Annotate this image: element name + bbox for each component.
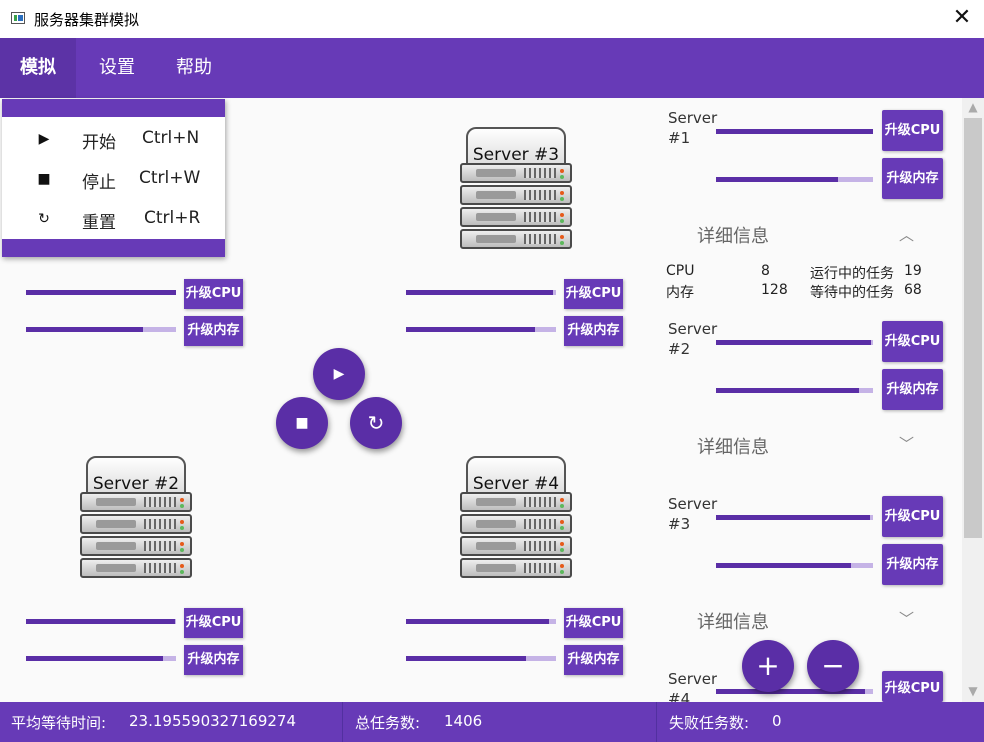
detail-running-key: 运行中的任务	[810, 266, 894, 282]
detail-running-value: 19	[904, 263, 922, 279]
vertical-scrollbar[interactable]: ▲ ▼	[962, 98, 984, 702]
upgrade-memory-button[interactable]: 升级内存	[882, 158, 943, 199]
failed-tasks-value: 0	[772, 712, 782, 730]
upgrade-cpu-button[interactable]: 升级CPU	[564, 608, 623, 638]
upgrade-cpu-button[interactable]: 升级CPU	[184, 608, 243, 638]
menu-settings[interactable]: 设置	[79, 38, 155, 98]
detail-waiting-value: 68	[904, 282, 922, 298]
menu-item-label: 停止	[82, 173, 116, 193]
scroll-thumb[interactable]	[964, 118, 982, 538]
scroll-down-icon[interactable]: ▼	[962, 682, 984, 700]
upgrade-cpu-button[interactable]: 升级CPU	[882, 321, 943, 362]
avg-wait-label: 平均等待时间:	[11, 714, 107, 732]
menu-item-shortcut: Ctrl+W	[139, 168, 201, 188]
server-rack-2: Server #2	[80, 456, 192, 584]
upgrade-memory-button[interactable]: 升级内存	[184, 316, 243, 346]
simulate-dropdown: ▶ 开始 Ctrl+N ■ 停止 Ctrl+W ↻ 重置 Ctrl+R	[2, 99, 225, 257]
remove-server-button[interactable]: −	[807, 640, 859, 692]
panel-server-name: Server #1	[668, 109, 718, 147]
memory-bar	[716, 563, 873, 568]
upgrade-cpu-button[interactable]: 升级CPU	[184, 279, 243, 309]
close-icon[interactable]: ✕	[948, 6, 976, 32]
chevron-down-icon[interactable]: ﹀	[899, 433, 914, 454]
menu-item-shortcut: Ctrl+N	[142, 128, 200, 148]
total-tasks-label: 总任务数:	[355, 714, 421, 732]
detail-waiting-key: 等待中的任务	[810, 285, 894, 301]
menu-item-shortcut: Ctrl+R	[144, 208, 201, 228]
reset-icon: ↻	[367, 411, 385, 435]
upgrade-memory-button[interactable]: 升级内存	[564, 645, 623, 675]
memory-bar	[406, 656, 556, 661]
upgrade-memory-button[interactable]: 升级内存	[564, 316, 623, 346]
title-bar: 服务器集群模拟 ✕	[0, 0, 984, 38]
menu-bar: 模拟 设置 帮助	[0, 38, 984, 98]
menu-item-reset[interactable]: ↻ 重置 Ctrl+R	[2, 199, 225, 239]
total-tasks-value: 1406	[444, 712, 483, 730]
memory-bar	[716, 388, 873, 393]
details-toggle[interactable]: 详细信息	[697, 608, 769, 634]
reset-button[interactable]: ↻	[350, 397, 402, 449]
menu-help[interactable]: 帮助	[156, 38, 232, 98]
cpu-bar	[26, 619, 176, 624]
cpu-bar	[406, 290, 556, 295]
plus-icon: +	[756, 649, 780, 682]
play-icon: ▶	[38, 131, 50, 147]
server-rack-3: Server #3	[460, 127, 572, 255]
status-bar: 平均等待时间: 23.195590327169274 总任务数: 1406 失败…	[0, 702, 984, 742]
upgrade-memory-button[interactable]: 升级内存	[882, 369, 943, 410]
window-title: 服务器集群模拟	[34, 11, 140, 29]
menu-item-label: 重置	[82, 213, 116, 233]
menu-item-start[interactable]: ▶ 开始 Ctrl+N	[2, 119, 225, 159]
server-name: Server #4	[472, 474, 560, 494]
panel-server-name: Server #4	[668, 670, 718, 702]
upgrade-memory-button[interactable]: 升级内存	[882, 544, 943, 585]
minus-icon: −	[821, 649, 845, 682]
cpu-bar	[716, 515, 873, 520]
upgrade-cpu-button[interactable]: 升级CPU	[564, 279, 623, 309]
upgrade-cpu-button[interactable]: 升级CPU	[882, 671, 943, 702]
memory-bar	[26, 327, 176, 332]
scroll-up-icon[interactable]: ▲	[962, 98, 984, 116]
details-toggle[interactable]: 详细信息	[697, 222, 769, 248]
memory-bar	[26, 656, 176, 661]
detail-memory-key: 内存	[666, 285, 694, 301]
upgrade-cpu-button[interactable]: 升级CPU	[882, 110, 943, 151]
detail-cpu-value: 8	[761, 263, 770, 279]
menu-item-stop[interactable]: ■ 停止 Ctrl+W	[2, 159, 225, 199]
cpu-bar	[26, 290, 176, 295]
reset-icon: ↻	[38, 211, 50, 227]
panel-server-name: Server #2	[668, 320, 718, 358]
stop-icon: ■	[37, 171, 51, 187]
cpu-bar	[716, 340, 873, 345]
chevron-down-icon[interactable]: ﹀	[899, 608, 914, 629]
stop-icon: ■	[295, 415, 309, 431]
memory-bar	[716, 177, 873, 182]
detail-memory-value: 128	[761, 282, 788, 298]
menu-simulate[interactable]: 模拟	[0, 38, 76, 98]
cpu-bar	[716, 129, 873, 134]
play-icon: ▶	[333, 366, 345, 382]
avg-wait-value: 23.195590327169274	[129, 712, 297, 730]
app-icon	[11, 12, 25, 24]
server-name: Server #3	[472, 145, 560, 165]
cpu-bar	[406, 619, 556, 624]
server-name: Server #2	[92, 474, 180, 494]
failed-tasks-label: 失败任务数:	[669, 714, 750, 732]
server-rack-4: Server #4	[460, 456, 572, 584]
cpu-bar	[716, 689, 873, 694]
upgrade-memory-button[interactable]: 升级内存	[184, 645, 243, 675]
play-button[interactable]: ▶	[313, 348, 365, 400]
detail-cpu-key: CPU	[666, 263, 695, 279]
panel-server-name: Server #3	[668, 495, 718, 533]
menu-item-label: 开始	[82, 133, 116, 153]
details-toggle[interactable]: 详细信息	[697, 433, 769, 459]
stop-button[interactable]: ■	[276, 397, 328, 449]
chevron-up-icon[interactable]: ︿	[899, 224, 914, 245]
memory-bar	[406, 327, 556, 332]
upgrade-cpu-button[interactable]: 升级CPU	[882, 496, 943, 537]
add-server-button[interactable]: +	[742, 640, 794, 692]
